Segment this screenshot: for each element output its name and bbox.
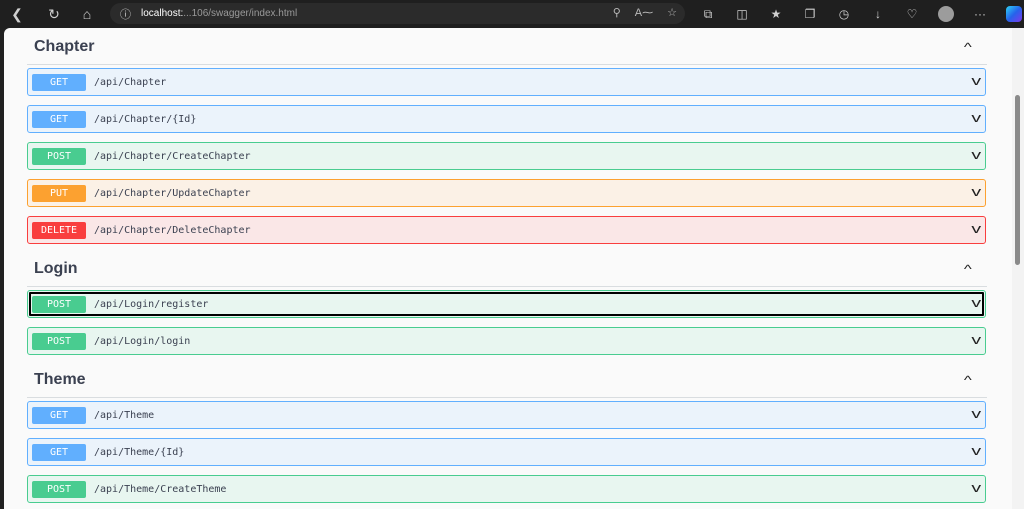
section-header[interactable]: Theme ^	[27, 362, 987, 398]
operation-post[interactable]: POST/api/Login/register v	[27, 290, 986, 318]
method-badge: GET	[32, 73, 86, 91]
method-badge: GET	[32, 406, 86, 424]
url-host: localhost:	[141, 8, 184, 19]
home-icon[interactable]: ⌂	[76, 3, 98, 25]
performance-icon[interactable]: ♡	[902, 4, 922, 24]
method-badge: PUT	[32, 184, 86, 202]
operation-delete[interactable]: DELETE/api/Chapter/DeleteChapter v	[27, 216, 986, 244]
chevron-down-icon[interactable]: v	[971, 443, 981, 458]
split-screen-icon[interactable]: ◫	[732, 4, 752, 24]
section-header[interactable]: Login ^	[27, 251, 987, 287]
operation-path: /api/Theme/CreateTheme	[94, 483, 227, 495]
method-badge: POST	[32, 480, 86, 498]
operation-post[interactable]: POST/api/Login/login v	[27, 327, 986, 355]
method-badge: GET	[32, 443, 86, 461]
section-title: Chapter	[34, 37, 95, 55]
chevron-down-icon[interactable]: v	[971, 406, 981, 421]
section-header[interactable]: Chapter ^	[27, 29, 987, 65]
operation-get[interactable]: GET/api/Chapter/{Id} v	[27, 105, 986, 133]
operation-get[interactable]: GET/api/Theme/{Id} v	[27, 438, 986, 466]
operation-path: /api/Theme/{Id}	[94, 446, 185, 458]
operation-put[interactable]: PUT/api/Chapter/UpdateChapter v	[27, 179, 986, 207]
section-title: Login	[34, 259, 78, 277]
collections-icon[interactable]: ❐	[800, 4, 820, 24]
chevron-down-icon[interactable]: v	[971, 480, 981, 495]
chevron-down-icon[interactable]: v	[971, 184, 981, 199]
profile-avatar[interactable]	[936, 4, 956, 24]
operation-path: /api/Theme	[94, 409, 155, 421]
method-badge: POST	[32, 332, 86, 350]
copilot-icon[interactable]	[1004, 4, 1024, 24]
chevron-up-icon[interactable]: ^	[964, 373, 972, 387]
chevron-down-icon[interactable]: v	[971, 295, 981, 310]
back-icon[interactable]: ❮	[6, 3, 28, 25]
chevron-down-icon[interactable]: v	[971, 73, 981, 88]
favorite-icon[interactable]: ☆	[667, 6, 677, 19]
method-badge: POST	[32, 147, 86, 165]
operation-get[interactable]: GET/api/Theme v	[27, 401, 986, 429]
refresh-icon[interactable]: ↻	[43, 3, 65, 25]
operation-post[interactable]: POST/api/Chapter/CreateChapter v	[27, 142, 986, 170]
operation-path: /api/Chapter/DeleteChapter	[94, 224, 251, 236]
operation-path: /api/Chapter/{Id}	[94, 113, 197, 125]
operation-path: /api/Login/register	[94, 298, 209, 310]
chevron-down-icon[interactable]: v	[971, 110, 981, 125]
chevron-down-icon[interactable]: v	[971, 332, 981, 347]
more-icon[interactable]: ···	[970, 4, 990, 24]
chevron-up-icon[interactable]: ^	[964, 40, 972, 54]
scrollbar[interactable]	[1012, 28, 1024, 509]
address-bar[interactable]: ⓘ localhost: ...106/swagger/index.html ⚲…	[110, 3, 685, 24]
extensions-icon[interactable]: ⧉	[698, 4, 718, 24]
swagger-page: Chapter ^ GET/api/Chapter v GET/api/Chapter/…	[4, 28, 1012, 509]
section-title: Theme	[34, 370, 86, 388]
scrollbar-thumb[interactable]	[1015, 95, 1020, 265]
section-chapter: Chapter ^ GET/api/Chapter v GET/api/Chapter/…	[27, 29, 987, 244]
operation-path: /api/Chapter	[94, 76, 167, 88]
section-login: Login ^ POST/api/Login/register v POST/api/L…	[27, 251, 987, 355]
operation-post[interactable]: POST/api/Theme/CreateTheme v	[27, 475, 986, 503]
operation-path: /api/Login/login	[94, 335, 191, 347]
history-icon[interactable]: ◷	[834, 4, 854, 24]
favorites-bar-icon[interactable]: ★	[766, 4, 786, 24]
operation-path: /api/Chapter/UpdateChapter	[94, 187, 251, 199]
operation-get[interactable]: GET/api/Chapter v	[27, 68, 986, 96]
method-badge: GET	[32, 110, 86, 128]
section-theme: Theme ^ GET/api/Theme v GET/api/Theme/{Id} v P…	[27, 362, 987, 503]
chevron-up-icon[interactable]: ^	[964, 262, 972, 276]
read-aloud-icon[interactable]: A⁓	[635, 6, 653, 19]
method-badge: DELETE	[32, 221, 86, 239]
zoom-icon[interactable]: ⚲	[613, 6, 621, 19]
method-badge: POST	[32, 295, 86, 313]
browser-toolbar: ❮ ↻ ⌂ ⓘ localhost: ...106/swagger/index.…	[0, 0, 1024, 28]
chevron-down-icon[interactable]: v	[971, 147, 981, 162]
url-path: ...106/swagger/index.html	[183, 8, 298, 19]
downloads-icon[interactable]: ↓	[868, 4, 888, 24]
site-info-icon[interactable]: ⓘ	[120, 6, 131, 22]
chevron-down-icon[interactable]: v	[971, 221, 981, 236]
operation-path: /api/Chapter/CreateChapter	[94, 150, 251, 162]
